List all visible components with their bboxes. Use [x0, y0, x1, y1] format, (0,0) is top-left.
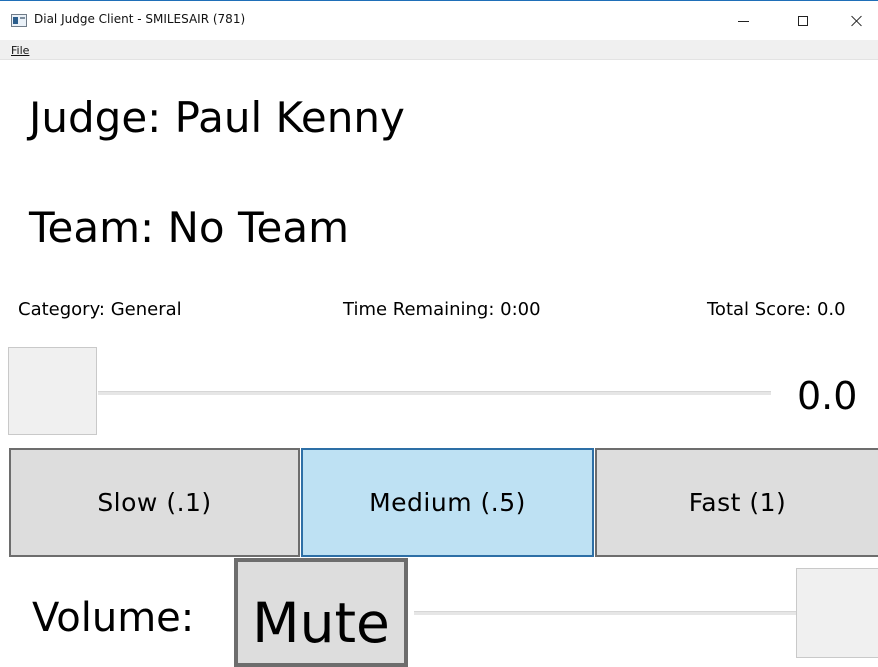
judge-name-label: Judge: Paul Kenny [29, 93, 405, 142]
fast-speed-button[interactable]: Fast (1) [595, 448, 878, 557]
minimize-button[interactable] [720, 1, 766, 41]
speed-button-group: Slow (.1) Medium (.5) Fast (1) [9, 448, 878, 557]
volume-slider[interactable] [414, 567, 878, 658]
window-title: Dial Judge Client - SMILESAIR (781) [34, 12, 246, 26]
volume-slider-track[interactable] [414, 611, 796, 615]
app-window-icon [11, 14, 27, 27]
close-icon [851, 15, 863, 27]
menu-file[interactable]: File [11, 44, 29, 57]
mute-button[interactable]: Mute [234, 558, 408, 667]
maximize-icon [798, 16, 808, 26]
menu-bar: File [0, 40, 878, 60]
category-label: Category: General [18, 299, 182, 320]
score-dial-slider[interactable] [8, 347, 778, 437]
close-button[interactable] [834, 1, 878, 41]
medium-speed-button[interactable]: Medium (.5) [301, 448, 594, 557]
time-remaining-label: Time Remaining: 0:00 [343, 299, 541, 320]
score-slider-thumb[interactable] [8, 347, 97, 435]
score-slider-track[interactable] [98, 391, 771, 395]
maximize-button[interactable] [780, 1, 826, 41]
volume-slider-thumb[interactable] [796, 568, 878, 658]
slow-speed-button[interactable]: Slow (.1) [9, 448, 300, 557]
minimize-icon [737, 20, 749, 22]
current-score-value: 0.0 [797, 374, 858, 418]
team-name-label: Team: No Team [29, 203, 349, 252]
total-score-label: Total Score: 0.0 [707, 299, 846, 320]
title-bar[interactable]: Dial Judge Client - SMILESAIR (781) [0, 0, 878, 40]
volume-label: Volume: [32, 595, 195, 641]
